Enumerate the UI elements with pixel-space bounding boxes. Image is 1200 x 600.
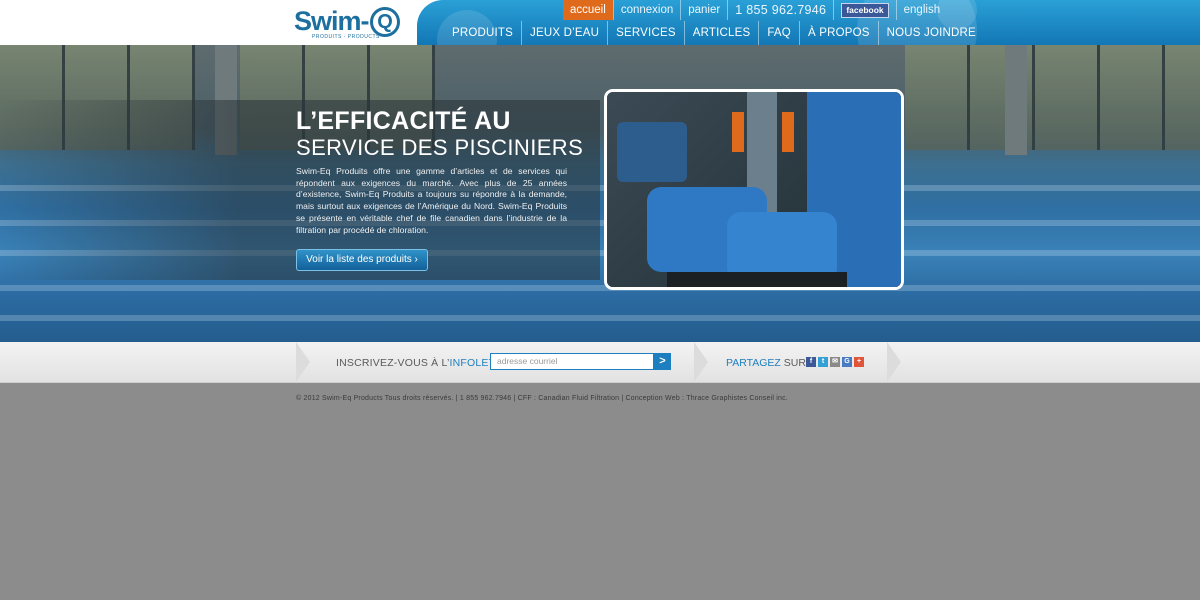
hero-title-line1: L’EFFICACITÉ AU — [296, 107, 511, 135]
twitter-share-icon[interactable]: t — [818, 357, 828, 367]
nav-jeux-deau[interactable]: JEUX D’EAU — [521, 21, 607, 45]
logo-wordmark: Swim- Q — [294, 6, 400, 37]
main-navigation: PRODUITS JEUX D’EAU SERVICES ARTICLES FA… — [444, 21, 984, 45]
logo-subtitle: PRODUITS · PRODUCTS — [312, 34, 380, 40]
utility-bar: accueil connexion panier 1 855 962.7946 … — [563, 0, 947, 20]
facebook-share-icon[interactable]: f — [806, 357, 816, 367]
product-list-button[interactable]: Voir la liste des produits › — [296, 249, 428, 271]
hero-banner: L’EFFICACITÉ AU SERVICE DES PISCINIERS S… — [0, 45, 1200, 342]
nav-services[interactable]: SERVICES — [607, 21, 684, 45]
footer-copyright: © 2012 Swim-Eq Products Tous droits rése… — [296, 395, 788, 402]
plus-share-icon[interactable]: + — [854, 357, 864, 367]
swim-eq-logo[interactable]: Swim- Q PRODUITS · PRODUCTS — [294, 6, 404, 42]
email-share-icon[interactable]: ✉ — [830, 357, 840, 367]
email-input[interactable]: adresse courriel — [490, 353, 654, 370]
hero-description: Swim-Eq Produits offre une gamme d’artic… — [296, 166, 567, 235]
nav-faq[interactable]: FAQ — [758, 21, 799, 45]
nav-articles[interactable]: ARTICLES — [683, 21, 759, 45]
nav-produits[interactable]: PRODUITS — [444, 21, 521, 45]
site-header: Swim- Q PRODUITS · PRODUCTS accueil conne… — [0, 0, 1200, 45]
nav-nous-joindre[interactable]: NOUS JOINDRE — [877, 21, 984, 45]
share-label: PARTAGEZ SUR : — [726, 357, 812, 369]
topbar-english[interactable]: english — [895, 0, 947, 20]
newsletter-submit-button[interactable]: > — [654, 353, 671, 370]
topbar-accueil[interactable]: accueil — [563, 0, 613, 20]
topbar-facebook[interactable]: facebook — [833, 0, 895, 20]
google-share-icon[interactable]: G — [842, 357, 852, 367]
topbar-panier[interactable]: panier — [680, 0, 727, 20]
pump-photo — [604, 89, 904, 290]
hero-title-line2: SERVICE DES PISCINIERS — [296, 135, 584, 160]
topbar-phone: 1 855 962.7946 — [727, 0, 833, 20]
topbar-connexion[interactable]: connexion — [612, 0, 680, 20]
facebook-icon[interactable]: facebook — [841, 3, 889, 18]
nav-a-propos[interactable]: À PROPOS — [798, 21, 878, 45]
